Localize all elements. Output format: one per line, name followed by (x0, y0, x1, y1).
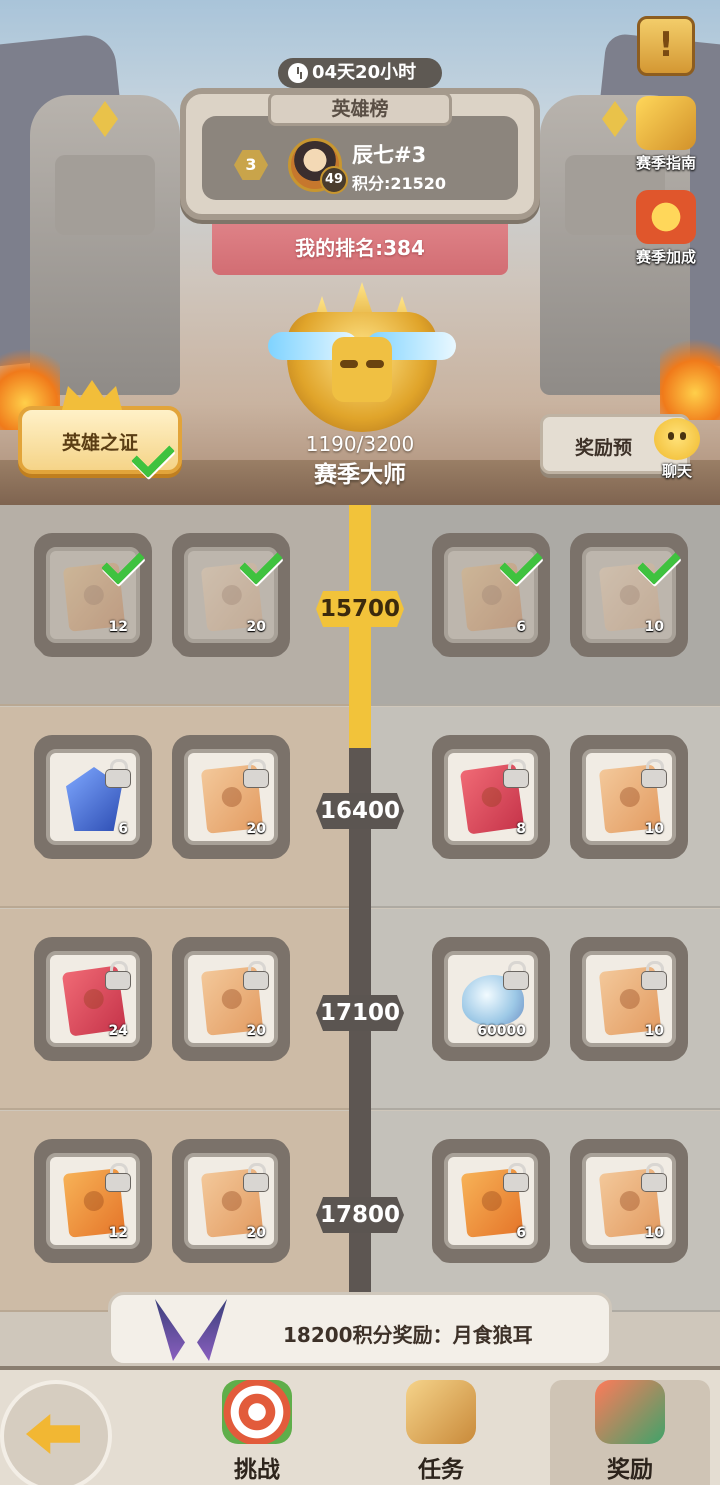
reward-slot[interactable]: 10 (570, 735, 688, 859)
lock-icon (642, 759, 666, 787)
torch-fire (660, 330, 720, 420)
bottom-nav: 挑战 任务 奖励 (0, 1366, 720, 1485)
guide-book-icon (636, 96, 696, 150)
reward-slot[interactable]: 24 (34, 937, 152, 1061)
lock-icon (642, 961, 666, 989)
gift-icon (595, 1380, 665, 1444)
reward-quantity: 60000 (477, 1023, 526, 1039)
back-button[interactable] (0, 1380, 112, 1485)
reward-slot[interactable]: 8 (432, 735, 550, 859)
target-icon (222, 1380, 292, 1444)
reward-slot[interactable]: 20 (172, 1139, 290, 1263)
reward-quantity: 10 (644, 1023, 664, 1039)
season-timer: 04天20小时 (278, 58, 442, 88)
chat-button[interactable]: 聊天 (644, 418, 710, 481)
reward-quantity: 10 (644, 1225, 664, 1241)
checkmark-icon (238, 549, 278, 579)
top-player-score: 积分:21520 (352, 174, 447, 193)
reward-quantity: 24 (108, 1023, 128, 1039)
tab-rewards[interactable]: 奖励 (550, 1380, 710, 1485)
lock-icon (504, 759, 528, 787)
reward-quantity: 8 (516, 821, 526, 837)
lock-icon (106, 1163, 130, 1191)
milestone-score: 17100 (316, 995, 404, 1031)
lock-icon (244, 961, 268, 989)
reward-slot[interactable]: 20 (172, 735, 290, 859)
checkmark-icon (100, 549, 140, 579)
exclamation-icon: ! (658, 25, 674, 65)
my-rank: 我的排名:384 (295, 236, 425, 260)
reward-quantity: 20 (246, 619, 266, 635)
reward-slot[interactable]: 20 (172, 533, 290, 657)
next-reward-text: 18200积分奖励：月食狼耳 (283, 1323, 533, 1347)
reward-quantity: 12 (108, 619, 128, 635)
milestone-score: 16400 (316, 793, 404, 829)
season-master-crest-icon (262, 282, 462, 432)
milestone-score: 15700 (316, 591, 404, 627)
lock-icon (244, 759, 268, 787)
reward-quantity: 6 (516, 1225, 526, 1241)
hero-pass-button[interactable]: 英雄之证 (18, 380, 182, 474)
clock-icon (288, 63, 308, 83)
notice-button[interactable]: ! (637, 16, 695, 76)
milestone-score: 17800 (316, 1197, 404, 1233)
reward-slot[interactable]: 10 (570, 533, 688, 657)
reward-slot[interactable]: 6 (34, 735, 152, 859)
lock-icon (106, 759, 130, 787)
top-player-level: 49 (320, 166, 348, 194)
checkmark-icon (498, 549, 538, 579)
reward-quantity: 10 (644, 821, 664, 837)
next-milestone-reward-bar[interactable]: 18200积分奖励：月食狼耳 (108, 1292, 612, 1366)
chat-face-icon (654, 418, 700, 460)
back-arrow-icon (26, 1414, 80, 1454)
reward-slot[interactable]: 10 (570, 937, 688, 1061)
reward-quantity: 20 (246, 1023, 266, 1039)
tab-tasks[interactable]: 任务 (366, 1380, 516, 1485)
reward-quantity: 10 (644, 619, 664, 635)
season-bonus-button[interactable]: 赛季加成 (624, 190, 708, 267)
reward-quantity: 20 (246, 1225, 266, 1241)
reward-slot[interactable]: 6 (432, 533, 550, 657)
reward-quantity: 20 (246, 821, 266, 837)
lock-icon (642, 1163, 666, 1191)
lock-icon (244, 1163, 268, 1191)
reward-slot[interactable]: 10 (570, 1139, 688, 1263)
lock-icon (504, 961, 528, 989)
reward-quantity: 6 (118, 821, 128, 837)
reward-slot[interactable]: 20 (172, 937, 290, 1061)
tab-challenge[interactable]: 挑战 (182, 1380, 332, 1485)
reward-slot[interactable]: 12 (34, 533, 152, 657)
reward-slot[interactable]: 12 (34, 1139, 152, 1263)
scroll-task-icon (406, 1380, 476, 1444)
season-guide-button[interactable]: 赛季指南 (624, 96, 708, 173)
lock-icon (504, 1163, 528, 1191)
reward-slot[interactable]: 60000 (432, 937, 550, 1061)
checkmark-icon (130, 442, 170, 472)
checkmark-icon (636, 549, 676, 579)
reward-quantity: 6 (516, 619, 526, 635)
wolf-ears-icon (151, 1299, 231, 1361)
reward-track[interactable]: 12 20 6 10 6 20 8 10 24 20 60000 10 12 20 6 10 15700 164… (0, 505, 720, 1365)
leaderboard-title: 英雄榜 (268, 92, 452, 126)
reward-quantity: 12 (108, 1225, 128, 1241)
lock-icon (106, 961, 130, 989)
bonus-shield-icon (636, 190, 696, 244)
top-player-name: 辰七#3 (352, 143, 427, 167)
reward-slot[interactable]: 6 (432, 1139, 550, 1263)
